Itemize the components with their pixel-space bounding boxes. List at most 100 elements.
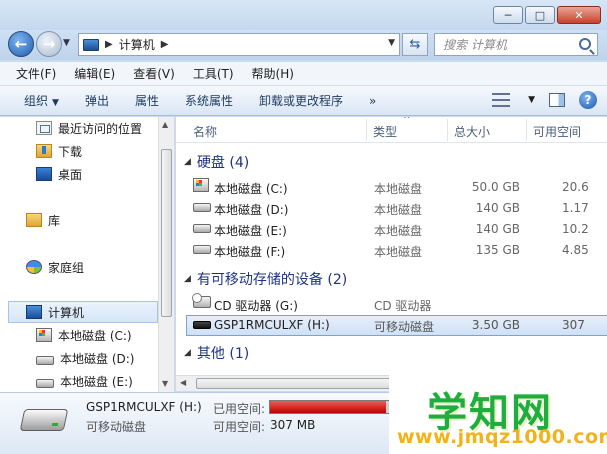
toolbar-right: ▼ ?	[492, 91, 597, 109]
sort-up-icon: ^	[403, 117, 411, 125]
drive-name: 本地磁盘 (D:)	[214, 203, 289, 217]
change-view-icon[interactable]	[492, 93, 511, 107]
recent-pages-dropdown-icon[interactable]: ▼	[63, 38, 70, 48]
window-controls: ─ □ ✕	[493, 6, 601, 24]
nav-item-drive-e[interactable]: 本地磁盘 (E:)	[36, 370, 133, 392]
group-header-removable[interactable]: ◢ 有可移动存储的设备 (2)	[184, 268, 347, 290]
column-total-size[interactable]: 总大小	[454, 123, 490, 140]
menu-file[interactable]: 文件(F)	[16, 65, 56, 82]
minimize-button[interactable]: ─	[493, 6, 523, 24]
maximize-button[interactable]: □	[525, 6, 555, 24]
group-title: 有可移动存储的设备 (2)	[196, 272, 348, 288]
free-space-label: 可用空间:	[213, 420, 266, 434]
table-row[interactable]: 本地磁盘 (C:) 本地磁盘 50.0 GB 20.6	[188, 177, 607, 198]
close-button[interactable]: ✕	[557, 6, 601, 24]
scroll-up-icon[interactable]: ▲	[162, 120, 168, 129]
nav-item-label: 库	[48, 213, 61, 228]
collapse-icon[interactable]: ◢	[184, 348, 191, 358]
system-properties-button[interactable]: 系统属性	[185, 92, 233, 109]
nav-item-label: 本地磁盘 (E:)	[60, 374, 133, 389]
column-free-space[interactable]: 可用空间	[533, 123, 581, 140]
uninstall-button[interactable]: 卸载或更改程序	[259, 92, 343, 109]
nav-item-libraries[interactable]: 库	[26, 209, 60, 231]
back-button[interactable]: ←	[8, 31, 34, 57]
chevron-right-icon[interactable]: ▶	[105, 39, 113, 50]
drive-name: 本地磁盘 (F:)	[214, 245, 286, 259]
collapse-icon[interactable]: ◢	[184, 274, 191, 284]
table-row[interactable]: 本地磁盘 (D:) 本地磁盘 140 GB 1.17	[188, 198, 607, 219]
scrollbar-thumb[interactable]	[161, 149, 172, 317]
table-row-selected[interactable]: GSP1RMCULXF (H:) 可移动磁盘 3.50 GB 307	[186, 315, 607, 336]
scroll-down-icon[interactable]: ▼	[162, 379, 168, 388]
recent-places-icon	[36, 121, 52, 135]
breadcrumb-computer[interactable]: 计算机	[119, 36, 155, 53]
table-row[interactable]: 本地磁盘 (E:) 本地磁盘 140 GB 10.2	[188, 219, 607, 240]
drive-total: 3.50 GB	[471, 318, 520, 332]
organize-label: 组织	[24, 94, 49, 108]
chevron-right-icon[interactable]: ▶	[161, 39, 169, 50]
organize-button[interactable]: 组织 ▼	[24, 92, 59, 109]
view-dropdown-icon[interactable]: ▼	[528, 95, 535, 105]
table-row[interactable]: 本地磁盘 (F:) 本地磁盘 135 GB 4.85	[188, 240, 607, 261]
caret-down-icon: ▼	[52, 98, 59, 108]
navigation-scrollbar[interactable]: ▲ ▼	[158, 117, 174, 392]
nav-item-label: 最近访问的位置	[58, 121, 143, 136]
table-row[interactable]: CD 驱动器 (G:) CD 驱动器	[188, 293, 607, 315]
system-drive-icon	[193, 178, 209, 192]
drive-name: 本地磁盘 (C:)	[214, 182, 288, 196]
drive-total: 50.0 GB	[471, 180, 520, 194]
nav-item-drive-d[interactable]: 本地磁盘 (D:)	[36, 347, 134, 369]
forward-button[interactable]: →	[36, 31, 62, 57]
properties-button[interactable]: 属性	[135, 92, 159, 109]
menu-tools[interactable]: 工具(T)	[193, 65, 234, 82]
nav-item-downloads[interactable]: 下载	[36, 140, 82, 162]
search-icon	[579, 38, 591, 50]
drive-name: CD 驱动器 (G:)	[214, 299, 298, 313]
computer-icon	[83, 38, 99, 51]
refresh-button[interactable]: ⇆	[402, 33, 428, 56]
nav-item-drive-c[interactable]: 本地磁盘 (C:)	[36, 324, 132, 346]
eject-button[interactable]: 弹出	[85, 92, 109, 109]
nav-item-label: 计算机	[48, 305, 85, 320]
nav-item-label: 桌面	[58, 167, 83, 182]
homegroup-icon	[26, 260, 42, 274]
column-divider[interactable]	[366, 119, 367, 141]
search-input[interactable]: 搜索 计算机	[443, 36, 507, 53]
menu-help[interactable]: 帮助(H)	[252, 65, 294, 82]
collapse-icon[interactable]: ◢	[184, 157, 191, 167]
navigation-pane: 最近访问的位置 下载 桌面 库 家庭组 计算机 本地磁盘 (C:) 本地磁盘 (…	[0, 117, 175, 392]
arrow-left-icon: ←	[14, 35, 28, 53]
group-header-hard-disks[interactable]: ◢ 硬盘 (4)	[184, 151, 249, 173]
column-divider[interactable]	[526, 119, 527, 141]
hard-drive-icon	[193, 224, 211, 233]
system-drive-icon	[36, 328, 52, 342]
address-bar[interactable]: ▶ 计算机 ▶ ▼	[78, 33, 400, 56]
nav-item-label: 家庭组	[48, 260, 85, 275]
nav-item-homegroup[interactable]: 家庭组	[26, 256, 84, 278]
menu-edit[interactable]: 编辑(E)	[74, 65, 115, 82]
removable-drive-icon	[19, 409, 69, 431]
hard-drive-icon	[193, 245, 211, 254]
drive-free: 1.17	[562, 201, 589, 215]
arrow-right-icon: →	[42, 35, 56, 53]
scroll-left-icon[interactable]: ◀	[180, 378, 186, 387]
menu-view[interactable]: 查看(V)	[133, 65, 175, 82]
more-commands-button[interactable]: »	[369, 94, 376, 108]
file-list: 名称 类型 ^ 总大小 可用空间 ◢ 硬盘 (4) 本地磁盘 (C:) 本地磁盘…	[176, 117, 607, 375]
column-type[interactable]: 类型	[373, 123, 397, 140]
menu-bar: 文件(F) 编辑(E) 查看(V) 工具(T) 帮助(H)	[0, 62, 607, 86]
usb-drive-icon	[193, 321, 211, 329]
help-icon[interactable]: ?	[579, 91, 597, 109]
nav-item-desktop[interactable]: 桌面	[36, 163, 82, 185]
group-header-other[interactable]: ◢ 其他 (1)	[184, 342, 249, 364]
column-name[interactable]: 名称	[193, 123, 217, 140]
nav-item-computer[interactable]: 计算机	[8, 301, 158, 323]
preview-pane-icon[interactable]	[549, 93, 565, 107]
nav-item-recent[interactable]: 最近访问的位置	[36, 117, 142, 139]
search-box[interactable]: 搜索 计算机	[434, 33, 598, 56]
drive-type: 本地磁盘	[374, 203, 423, 217]
address-dropdown-icon[interactable]: ▼	[388, 38, 395, 48]
free-space-value: 307 MB	[270, 418, 316, 432]
drive-type: CD 驱动器	[374, 299, 432, 313]
column-divider[interactable]	[447, 119, 448, 141]
